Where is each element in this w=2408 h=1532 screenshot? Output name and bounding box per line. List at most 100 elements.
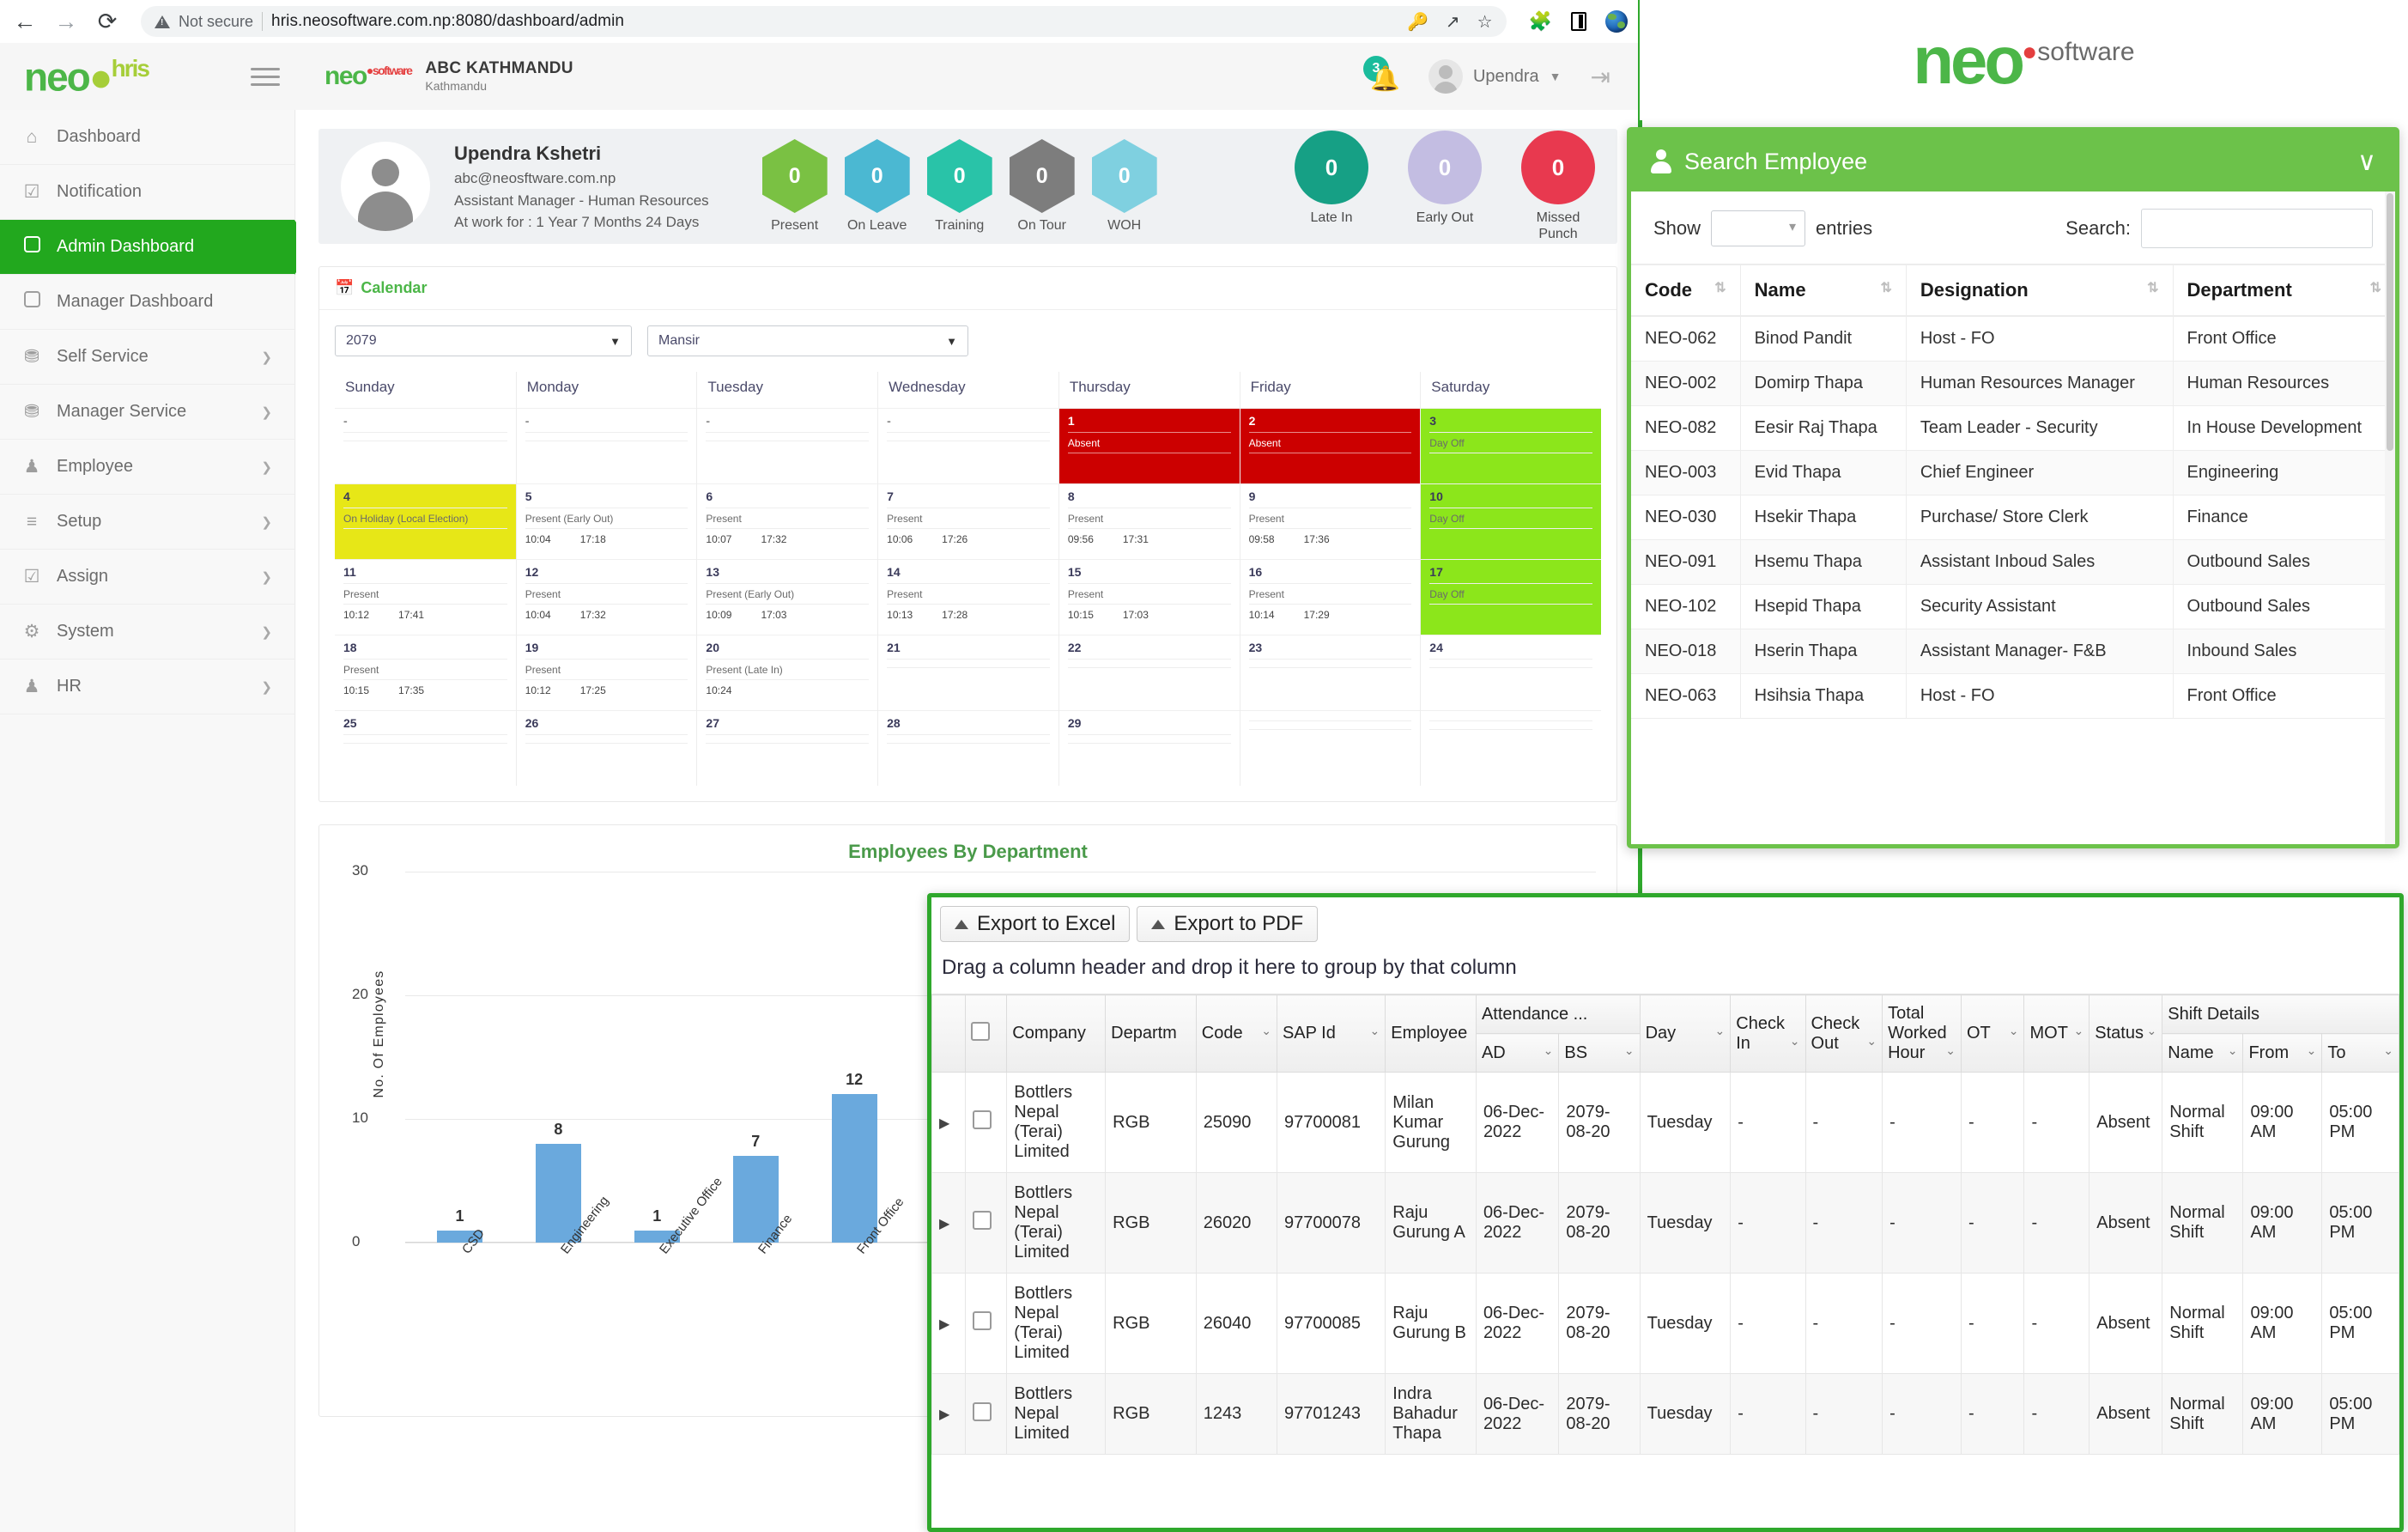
chevron-down-icon[interactable]: ∨: [2357, 147, 2376, 177]
table-row[interactable]: NEO-003 Evid Thapa Chief Engineer Engineeri…: [1631, 450, 2395, 495]
hex-stat-on-leave[interactable]: 0 On Leave: [844, 139, 910, 234]
column-header-shift-from[interactable]: From ⌄: [2242, 1033, 2323, 1073]
forward-arrow-icon[interactable]: →: [53, 9, 79, 33]
table-row[interactable]: NEO-002 Domirp Thapa Human Resources Manag…: [1631, 361, 2395, 406]
calendar-cell[interactable]: 28: [878, 710, 1058, 786]
calendar-cell[interactable]: -: [697, 408, 878, 483]
notification-bell[interactable]: 3 🔔: [1362, 56, 1400, 94]
user-menu[interactable]: Upendra ▼: [1428, 59, 1562, 94]
calendar-cell[interactable]: 19 Present 10:12 17:25: [516, 635, 697, 710]
column-header-day[interactable]: Day ⌄: [1639, 994, 1732, 1073]
calendar-cell[interactable]: 20 Present (Late In) 10:24: [697, 635, 878, 710]
filter-chevron-icon[interactable]: ⌄: [1624, 1043, 1635, 1058]
side-panel-icon[interactable]: [1571, 12, 1586, 31]
calendar-cell[interactable]: -: [335, 408, 516, 483]
filter-chevron-icon[interactable]: ⌄: [1790, 1034, 1800, 1049]
sidebar-item-hr[interactable]: ♟ HR ❯: [0, 660, 294, 714]
row-expand-button[interactable]: ▶: [931, 1273, 967, 1374]
calendar-cell[interactable]: 29: [1058, 710, 1240, 786]
calendar-cell[interactable]: 3 Day Off: [1421, 408, 1601, 483]
column-header-department[interactable]: Departm: [1105, 994, 1197, 1073]
column-header-bs[interactable]: BS ⌄: [1558, 1033, 1641, 1073]
column-header-shift-name[interactable]: Name ⌄: [2162, 1033, 2244, 1073]
filter-chevron-icon[interactable]: ⌄: [1715, 1024, 1726, 1038]
sidebar-item-setup[interactable]: ≡ Setup ❯: [0, 495, 294, 550]
chart-bar-group[interactable]: 1: [410, 872, 509, 1243]
row-checkbox[interactable]: [973, 1110, 992, 1129]
column-header-total-worked-hour[interactable]: Total Worked Hour ⌄: [1882, 994, 1962, 1073]
export-to-excel-button[interactable]: Export to Excel: [940, 906, 1131, 942]
column-header-ot[interactable]: OT ⌄: [1960, 994, 2025, 1073]
column-header-company[interactable]: Company: [1006, 994, 1107, 1073]
calendar-cell[interactable]: 7 Present 10:06 17:26: [878, 483, 1058, 559]
filter-chevron-icon[interactable]: ⌄: [1261, 1024, 1271, 1038]
calendar-cell[interactable]: 23: [1240, 635, 1421, 710]
column-header-select-all[interactable]: [965, 994, 1008, 1073]
table-row[interactable]: ▶ Bottlers Nepal (Terai) Limited RGB 25090 9…: [931, 1072, 2399, 1173]
filter-chevron-icon[interactable]: ⌄: [2228, 1043, 2238, 1058]
hex-stat-training[interactable]: 0 Training: [926, 139, 992, 234]
hex-stat-woh[interactable]: 0 WOH: [1091, 139, 1157, 234]
calendar-cell[interactable]: [1240, 710, 1421, 786]
hex-stat-on-tour[interactable]: 0 On Tour: [1009, 139, 1075, 234]
sidebar-item-admin-dashboard[interactable]: Admin Dashboard: [0, 220, 313, 275]
filter-chevron-icon[interactable]: ⌄: [2383, 1043, 2393, 1058]
filter-chevron-icon[interactable]: ⌄: [2074, 1024, 2084, 1038]
column-header-shift-details[interactable]: Shift Details: [2162, 994, 2399, 1034]
column-header-sap-id[interactable]: SAP Id ⌄: [1276, 994, 1386, 1073]
bookmark-star-icon[interactable]: ☆: [1477, 11, 1493, 33]
calendar-cell[interactable]: 15 Present 10:15 17:03: [1058, 559, 1240, 635]
column-header-status[interactable]: Status ⌄: [2089, 994, 2163, 1073]
filter-chevron-icon[interactable]: ⌄: [1945, 1043, 1956, 1058]
reload-icon[interactable]: ⟳: [94, 9, 120, 33]
calendar-cell[interactable]: 9 Present 09:58 17:36: [1240, 483, 1421, 559]
row-expand-button[interactable]: ▶: [931, 1373, 967, 1455]
column-header-shift-to[interactable]: To ⌄: [2321, 1033, 2399, 1073]
filter-chevron-icon[interactable]: ⌄: [1370, 1024, 1380, 1038]
table-row[interactable]: NEO-018 Hserin Thapa Assistant Manager- F&…: [1631, 629, 2395, 674]
filter-chevron-icon[interactable]: ⌄: [2147, 1024, 2157, 1038]
sidebar-item-employee[interactable]: ♟ Employee ❯: [0, 440, 294, 495]
hex-stat-present[interactable]: 0 Present: [761, 139, 828, 234]
table-row[interactable]: NEO-102 Hsepid Thapa Security Assistant Out…: [1631, 584, 2395, 629]
column-header-check-in[interactable]: Check In ⌄: [1730, 994, 1806, 1073]
entries-select[interactable]: [1711, 210, 1806, 246]
year-select[interactable]: 2079 ▼: [335, 325, 632, 356]
row-checkbox-cell[interactable]: [965, 1373, 1008, 1455]
calendar-cell[interactable]: 25: [335, 710, 516, 786]
calendar-cell[interactable]: [1421, 710, 1601, 786]
filter-chevron-icon[interactable]: ⌄: [1544, 1043, 1554, 1058]
chart-bar-group[interactable]: 8: [509, 872, 608, 1243]
column-header-expand[interactable]: [931, 994, 967, 1073]
sidebar-item-system[interactable]: ⚙ System ❯: [0, 605, 294, 660]
row-checkbox[interactable]: [973, 1211, 992, 1230]
back-arrow-icon[interactable]: ←: [12, 9, 38, 33]
calendar-cell[interactable]: 10 Day Off: [1421, 483, 1601, 559]
calendar-cell[interactable]: -: [878, 408, 1058, 483]
calendar-cell[interactable]: 11 Present 10:12 17:41: [335, 559, 516, 635]
row-checkbox-cell[interactable]: [965, 1072, 1008, 1173]
sidebar-item-assign[interactable]: ☑ Assign ❯: [0, 550, 294, 605]
key-icon[interactable]: 🔑: [1407, 11, 1428, 33]
column-header-mot[interactable]: MOT ⌄: [2023, 994, 2090, 1073]
sidebar-item-manager-dashboard[interactable]: Manager Dashboard: [0, 275, 294, 330]
row-expand-button[interactable]: ▶: [931, 1172, 967, 1274]
row-checkbox[interactable]: [973, 1311, 992, 1330]
sidebar-item-manager-service[interactable]: ⛃ Manager Service ❯: [0, 385, 294, 440]
chart-bar-group[interactable]: 1: [608, 872, 707, 1243]
address-bar[interactable]: Not secure hris.neosoftware.com.np:8080/…: [141, 6, 1507, 37]
logout-icon[interactable]: ⇥: [1591, 63, 1610, 91]
table-row[interactable]: NEO-063 Hsihsia Thapa Host - FO Front Offic…: [1631, 673, 2395, 719]
calendar-cell[interactable]: 13 Present (Early Out) 10:09 17:03: [697, 559, 878, 635]
column-header-code[interactable]: Code ⌄: [1195, 994, 1277, 1073]
circle-stat-missed-punch[interactable]: 0 Missed Punch: [1521, 131, 1595, 242]
share-icon[interactable]: ↗: [1446, 11, 1460, 33]
table-row[interactable]: NEO-091 Hsemu Thapa Assistant Inboud Sales…: [1631, 539, 2395, 585]
filter-chevron-icon[interactable]: ⌄: [2009, 1024, 2019, 1038]
column-header-ad[interactable]: AD ⌄: [1475, 1033, 1560, 1073]
filter-chevron-icon[interactable]: ⌄: [2307, 1043, 2317, 1058]
hamburger-menu-icon[interactable]: [251, 63, 280, 91]
column-header-employee[interactable]: Employee: [1385, 994, 1477, 1073]
table-row[interactable]: ▶ Bottlers Nepal (Terai) Limited RGB 26020 9…: [931, 1172, 2399, 1274]
month-select[interactable]: Mansir ▼: [647, 325, 968, 356]
